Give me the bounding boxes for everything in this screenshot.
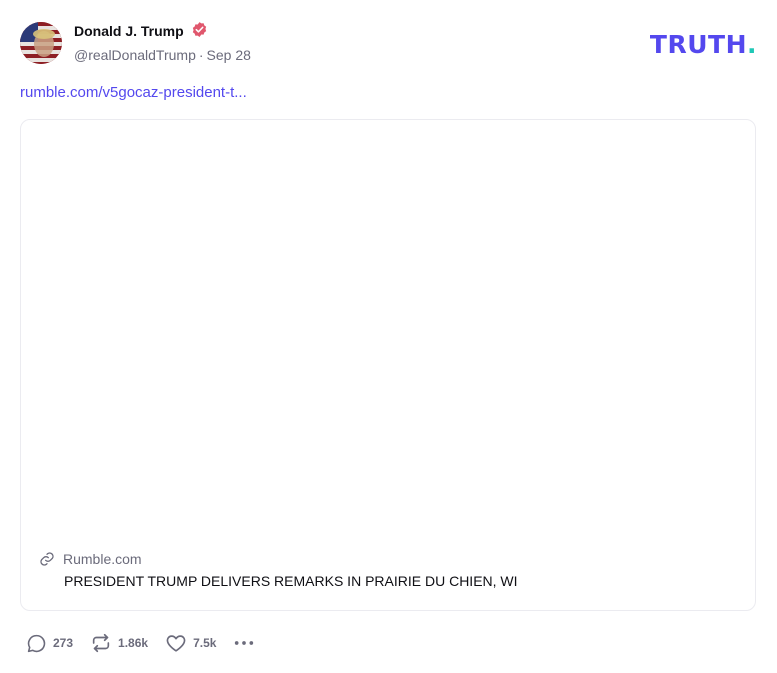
author-display-name[interactable]: Donald J. Trump bbox=[74, 23, 184, 39]
retruth-button[interactable]: 1.86k bbox=[90, 632, 148, 654]
more-icon bbox=[235, 641, 254, 645]
card-media bbox=[21, 120, 755, 540]
link-preview-card[interactable]: Rumble.com PRESIDENT TRUMP DELIVERS REMA… bbox=[20, 119, 756, 611]
card-info: Rumble.com PRESIDENT TRUMP DELIVERS REMA… bbox=[39, 551, 737, 589]
more-options-button[interactable] bbox=[233, 632, 255, 654]
retruth-icon bbox=[92, 633, 110, 653]
avatar-image bbox=[20, 22, 62, 64]
reply-button[interactable]: 273 bbox=[26, 633, 73, 654]
like-count: 7.5k bbox=[193, 636, 217, 650]
retruth-count: 1.86k bbox=[118, 636, 149, 650]
meta-separator: · bbox=[198, 47, 204, 63]
post-link[interactable]: rumble.com/v5gocaz-president-t... bbox=[20, 84, 247, 101]
truth-logo: TRUTH. bbox=[649, 30, 757, 59]
author-handle[interactable]: @realDonaldTrump bbox=[74, 47, 196, 63]
verified-badge-icon bbox=[191, 21, 208, 38]
card-domain-row: Rumble.com bbox=[39, 551, 737, 567]
post-date[interactable]: Sep 28 bbox=[207, 47, 251, 63]
link-icon bbox=[40, 552, 54, 566]
card-title: PRESIDENT TRUMP DELIVERS REMARKS IN PRAI… bbox=[64, 573, 518, 589]
reply-icon bbox=[27, 634, 46, 652]
like-icon bbox=[166, 635, 186, 652]
author-block: Donald J. Trump @realDonaldTrump · Sep 28 bbox=[74, 22, 251, 63]
like-button[interactable]: 7.5k bbox=[165, 632, 216, 654]
author-meta: @realDonaldTrump · Sep 28 bbox=[74, 47, 251, 63]
avatar[interactable] bbox=[20, 22, 62, 64]
card-domain: Rumble.com bbox=[63, 551, 142, 567]
post-actions: 273 1.86k 7.5k bbox=[26, 632, 272, 654]
post-header: Donald J. Trump @realDonaldTrump · Sep 28 … bbox=[20, 22, 757, 66]
reply-count: 273 bbox=[53, 636, 74, 650]
